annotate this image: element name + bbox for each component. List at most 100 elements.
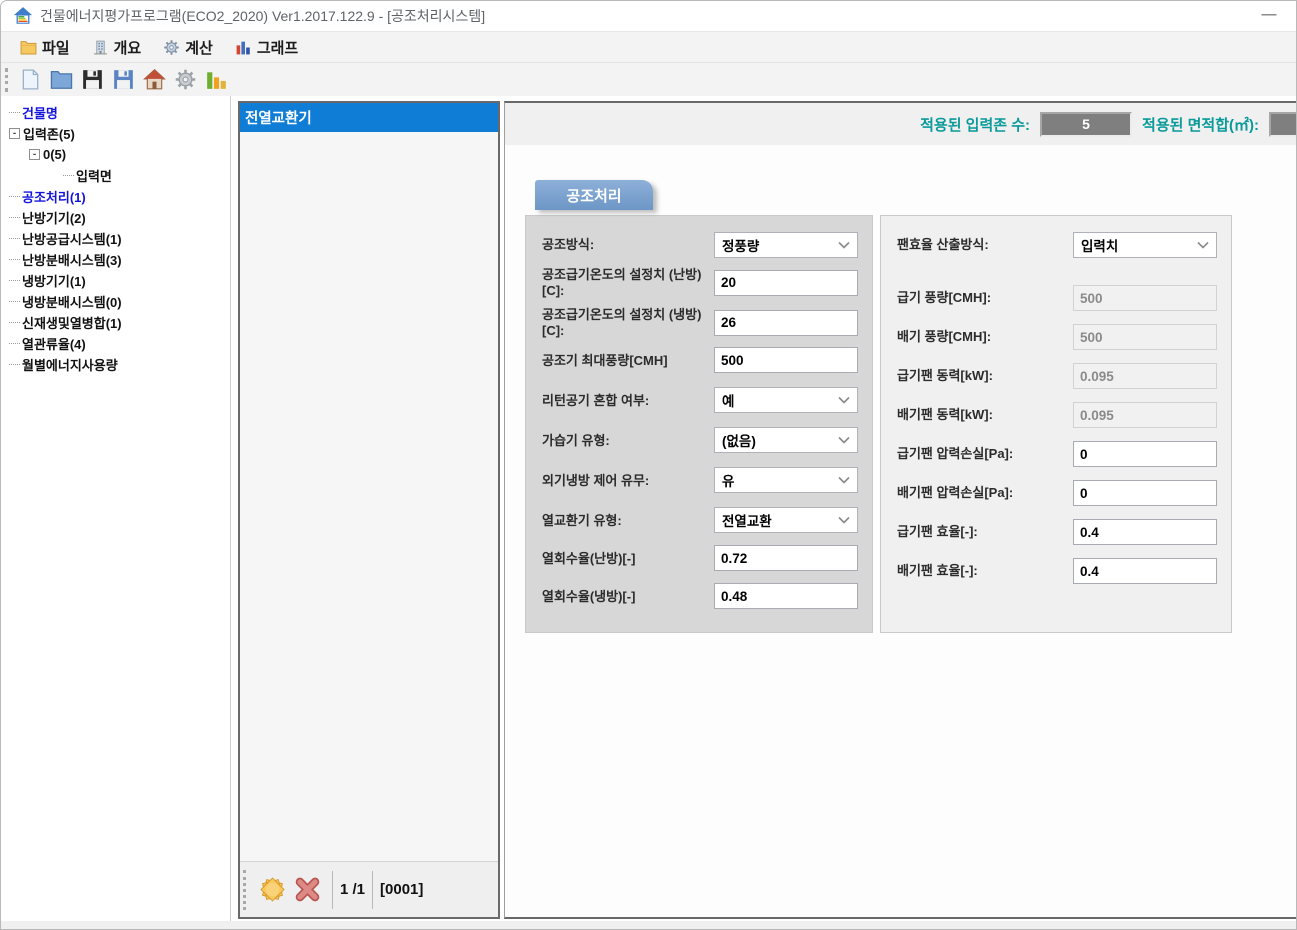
new-file-icon[interactable]	[19, 68, 42, 91]
tree-dash	[9, 343, 20, 344]
chevron-down-icon	[838, 436, 850, 444]
tree-item-cooling-equipment[interactable]: 냉방기기(1)	[1, 270, 230, 291]
return-air-mixing-select[interactable]: 예	[714, 387, 858, 413]
fan-efficiency-method-select[interactable]: 입력치	[1073, 232, 1217, 258]
supply-airflow-readonly	[1073, 285, 1217, 311]
heat-exchanger-type-select[interactable]: 전열교환	[714, 507, 858, 533]
heat-recovery-heating-input[interactable]	[714, 545, 858, 571]
menu-calculate[interactable]: 계산	[152, 32, 224, 62]
tree-item-input-surface[interactable]: 입력면	[1, 165, 230, 186]
form-row: 급기팬 동력[kW]:	[897, 363, 1217, 389]
select-value: 유	[722, 470, 734, 490]
pager-text: 1 /1	[340, 881, 365, 898]
gear-icon	[163, 39, 180, 56]
tree-item-label: 공조처리(1)	[22, 187, 86, 206]
tree-dash	[9, 280, 20, 281]
tree-item-renewable-chp[interactable]: 신재생및열병합(1)	[1, 312, 230, 333]
supply-fan-power-readonly	[1073, 363, 1217, 389]
form-row: 열회수율(난방)[-]	[542, 545, 858, 571]
exhaust-fan-efficiency-input[interactable]	[1073, 558, 1217, 584]
tree-item-cooling-distribution-system[interactable]: 냉방분배시스템(0)	[1, 291, 230, 312]
select-value: 입력치	[1081, 235, 1118, 255]
field-label: 공조방식:	[542, 237, 714, 253]
tab-air-handling[interactable]: 공조처리	[535, 180, 653, 210]
list-item-heat-exchanger[interactable]: 전열교환기	[240, 103, 498, 132]
toolbar-grip[interactable]	[5, 68, 9, 92]
form-row: 배기 풍량[CMH]:	[897, 324, 1217, 350]
form-right-column: 팬효율 산출방식: 입력치 급기 풍량[CMH]: 배기 풍량[CMH]: 급기…	[880, 215, 1232, 633]
field-label: 리턴공기 혼합 여부:	[542, 393, 714, 409]
form-row: 가습기 유형: (없음)	[542, 427, 858, 453]
delete-record-icon[interactable]	[294, 876, 321, 903]
tree-dash	[9, 196, 20, 197]
app-window: 건물에너지평가프로그램(ECO2_2020) Ver1.2017.122.9 -…	[0, 0, 1297, 930]
home-icon[interactable]	[143, 68, 166, 91]
tree-item-label: 냉방분배시스템(0)	[22, 292, 122, 311]
field-label: 급기 풍량[CMH]:	[897, 290, 1073, 306]
form-row: 공조방식: 정풍량	[542, 232, 858, 258]
form-row: 리턴공기 혼합 여부: 예	[542, 387, 858, 413]
tree-item-monthly-energy[interactable]: 월별에너지사용량	[1, 354, 230, 375]
supply-temp-cooling-input[interactable]	[714, 310, 858, 336]
minimize-button[interactable]: —	[1256, 4, 1282, 26]
collapse-icon[interactable]: -	[9, 128, 20, 139]
supply-fan-pressure-input[interactable]	[1073, 441, 1217, 467]
menu-file[interactable]: 파일	[9, 32, 81, 62]
applied-zone-count-value: 5	[1040, 112, 1132, 137]
field-label: 공조급기온도의 설정치 (난방)[C]:	[542, 267, 714, 298]
save-as-icon[interactable]	[112, 68, 135, 91]
tree-item-air-handling[interactable]: 공조처리(1)	[1, 186, 230, 207]
menu-graph[interactable]: 그래프	[224, 32, 309, 62]
field-label: 배기 풍량[CMH]:	[897, 329, 1073, 345]
tree-dash	[9, 301, 20, 302]
tree-item-label: 0(5)	[43, 147, 66, 162]
supply-temp-heating-input[interactable]	[714, 270, 858, 296]
air-handling-form: 공조방식: 정풍량 공조급기온도의 설정치 (난방)[C]: 공조급기온도의 설…	[525, 215, 1297, 633]
select-value: (없음)	[722, 430, 756, 450]
tree-item-building-name[interactable]: 건물명	[1, 102, 230, 123]
form-row: 공조급기온도의 설정치 (냉방)[C]:	[542, 307, 858, 338]
field-label: 급기팬 효율[-]:	[897, 524, 1073, 540]
tree-item-input-zone[interactable]: -입력존(5)	[1, 123, 230, 144]
max-airflow-input[interactable]	[714, 347, 858, 373]
chart-icon[interactable]	[205, 68, 228, 91]
tree-item-heating-equipment[interactable]: 난방기기(2)	[1, 207, 230, 228]
settings-icon[interactable]	[174, 68, 197, 91]
collapse-icon[interactable]: -	[29, 149, 40, 160]
tree-dash	[9, 259, 20, 260]
air-handling-type-select[interactable]: 정풍량	[714, 232, 858, 258]
form-row: 공조급기온도의 설정치 (난방)[C]:	[542, 267, 858, 298]
field-label: 배기팬 압력손실[Pa]:	[897, 485, 1073, 501]
tree-item-label: 신재생및열병합(1)	[22, 313, 122, 332]
menu-overview[interactable]: 개요	[81, 32, 153, 62]
record-id-text: [0001]	[380, 881, 423, 898]
tree-dash	[9, 364, 20, 365]
footer-grip[interactable]	[243, 870, 247, 910]
field-label: 열회수율(냉방)[-]	[542, 589, 714, 605]
tree-item-u-value[interactable]: 열관류율(4)	[1, 333, 230, 354]
tree-dash	[9, 322, 20, 323]
tree-item-heating-supply-system[interactable]: 난방공급시스템(1)	[1, 228, 230, 249]
tree-item-label: 입력면	[76, 166, 112, 185]
humidifier-type-select[interactable]: (없음)	[714, 427, 858, 453]
open-folder-icon[interactable]	[50, 68, 73, 91]
field-label: 공조기 최대풍량[CMH]	[542, 353, 714, 369]
field-label: 열교환기 유형:	[542, 513, 714, 529]
form-row: 팬효율 산출방식: 입력치	[897, 232, 1217, 258]
form-row: 급기 풍량[CMH]:	[897, 285, 1217, 311]
app-logo-icon	[13, 6, 33, 26]
tree-item-heating-distribution-system[interactable]: 난방분배시스템(3)	[1, 249, 230, 270]
tree-item-zone-0[interactable]: -0(5)	[1, 144, 230, 165]
save-icon[interactable]	[81, 68, 104, 91]
field-label: 공조급기온도의 설정치 (냉방)[C]:	[542, 307, 714, 338]
field-label: 배기팬 동력[kW]:	[897, 407, 1073, 423]
exhaust-fan-pressure-input[interactable]	[1073, 480, 1217, 506]
add-record-icon[interactable]	[259, 876, 286, 903]
supply-fan-efficiency-input[interactable]	[1073, 519, 1217, 545]
heat-recovery-cooling-input[interactable]	[714, 583, 858, 609]
outdoor-cooling-control-select[interactable]: 유	[714, 467, 858, 493]
chevron-down-icon	[1197, 241, 1209, 249]
chevron-down-icon	[838, 516, 850, 524]
chevron-down-icon	[838, 241, 850, 249]
form-row: 외기냉방 제어 유무: 유	[542, 467, 858, 493]
